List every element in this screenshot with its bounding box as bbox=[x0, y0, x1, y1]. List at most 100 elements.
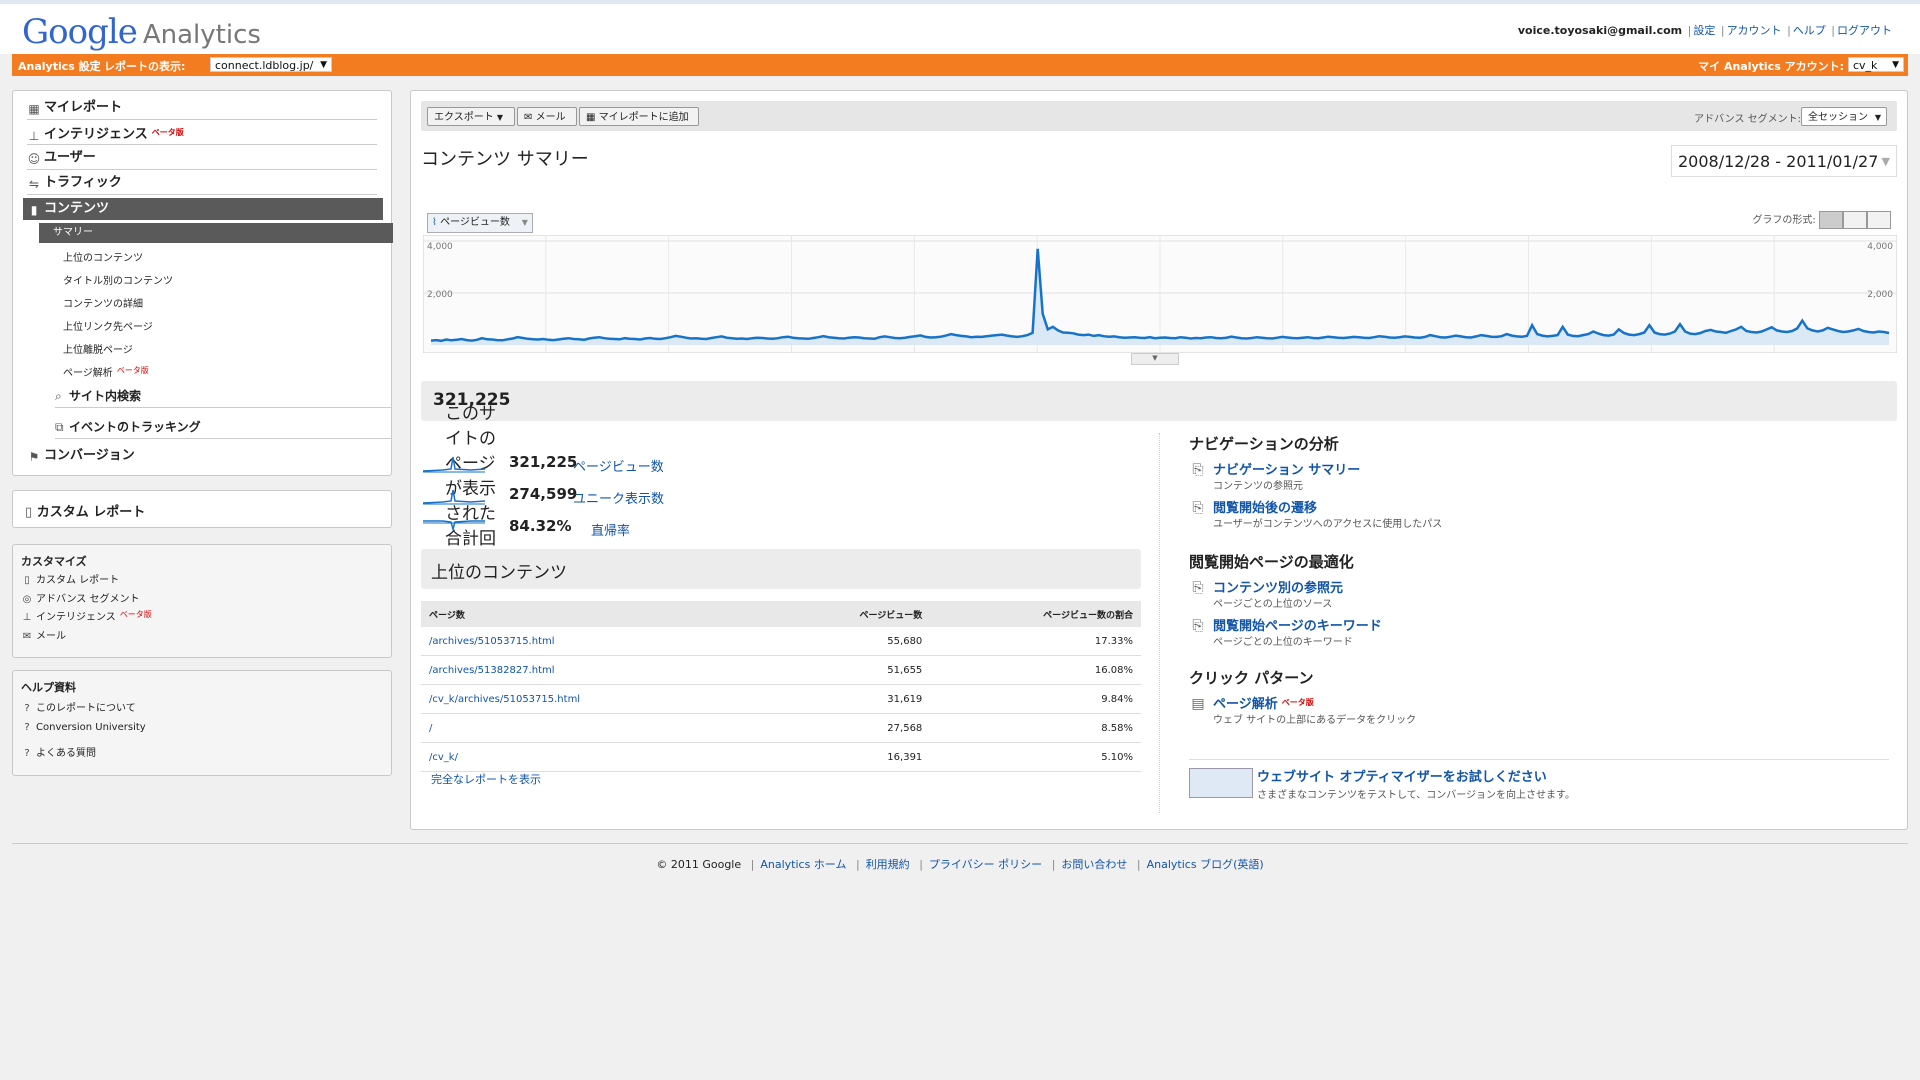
report-toolbar: エクスポート ▼ ✉ メール ▦ マイレポートに追加 アドバンス セグメント: … bbox=[421, 101, 1897, 131]
nav-content-summary[interactable]: サマリー bbox=[39, 223, 393, 243]
nav-site-search[interactable]: ⌕ サイト内検索 bbox=[55, 385, 391, 408]
customize-mail[interactable]: ✉ メール bbox=[21, 627, 66, 642]
table-row: /cv_k/16,391 5.10% bbox=[421, 742, 1141, 772]
column-header-pageviews[interactable]: ページビュー数 bbox=[777, 601, 931, 627]
kpi-bounce-rate-link[interactable]: 直帰率 bbox=[591, 520, 630, 539]
mail-icon: ✉ bbox=[524, 112, 533, 123]
nav-intelligence[interactable]: ⊥ インテリジェンス ベータ版 bbox=[27, 122, 377, 145]
account-select[interactable]: cv_k ▼ bbox=[1848, 57, 1904, 72]
customize-title: カスタマイズ bbox=[21, 555, 87, 568]
segment-select[interactable]: 全セッション ▼ bbox=[1801, 107, 1887, 126]
nav-my-reports[interactable]: ▦ マイレポート bbox=[27, 97, 377, 120]
user-links: voice.toyosaki@gmail.com | 設定 | アカウント | ヘルプ… bbox=[1517, 24, 1892, 37]
entrance-paths-desc: ユーザーがコンテンツへのアクセスに使用したパス bbox=[1213, 519, 1443, 530]
page-link[interactable]: /cv_k/archives/51053715.html bbox=[421, 684, 778, 714]
custom-report-panel[interactable]: ▯ カスタム レポート bbox=[12, 490, 392, 528]
mail-button[interactable]: ✉ メール bbox=[517, 107, 577, 126]
nav-content-drilldown[interactable]: コンテンツの詳細 bbox=[63, 295, 143, 310]
navigation-summary-item: ⎘ ナビゲーション サマリー コンテンツの参照元 bbox=[1189, 459, 1589, 493]
account-link[interactable]: アカウント bbox=[1727, 24, 1782, 37]
kpi-pageviews: 321,225 ページビュー数 bbox=[423, 447, 983, 477]
logout-link[interactable]: ログアウト bbox=[1837, 24, 1892, 37]
help-link[interactable]: ヘルプ bbox=[1793, 24, 1826, 37]
settings-link[interactable]: 設定 bbox=[1693, 24, 1715, 37]
report-icon: ▯ bbox=[24, 575, 30, 586]
help-faq[interactable]: ? よくある質問 bbox=[21, 744, 96, 759]
nav-content[interactable]: ▮ コンテンツ bbox=[23, 198, 383, 220]
kpi-value: 274,599 bbox=[509, 485, 578, 503]
graph-metric-select[interactable]: ⌇ ページビュー数 ▼ bbox=[427, 213, 533, 233]
nav-label: ユーザー bbox=[44, 150, 96, 165]
customize-intelligence[interactable]: ⊥ インテリジェンス ベータ版 bbox=[21, 608, 152, 623]
site-overlay-label: ページ解析 bbox=[1213, 697, 1278, 712]
graph-format-line-button[interactable] bbox=[1819, 211, 1843, 229]
event-icon: ⧉ bbox=[55, 420, 64, 434]
profile-select[interactable]: connect.ldblog.jp/ ▼ bbox=[210, 57, 332, 72]
nav-top-exit-pages[interactable]: 上位離脱ページ bbox=[63, 341, 133, 356]
user-icon: ☺ bbox=[27, 152, 41, 166]
chart-resize-handle[interactable]: ▼ bbox=[1131, 353, 1179, 365]
pageviews-cell: 16,391 bbox=[777, 742, 931, 772]
export-label: エクスポート bbox=[434, 112, 494, 123]
page-link[interactable]: / bbox=[421, 713, 778, 743]
nav-top-content[interactable]: 上位のコンテンツ bbox=[63, 249, 143, 264]
kpi-pageviews-link[interactable]: ページビュー数 bbox=[573, 456, 664, 475]
nav-site-overlay[interactable]: ページ解析 ベータ版 bbox=[63, 364, 149, 379]
entrance-paths-link[interactable]: 閲覧開始後の遷移 bbox=[1213, 497, 1317, 516]
beta-badge: ベータ版 bbox=[116, 366, 149, 375]
kpi-value: 321,225 bbox=[509, 453, 578, 471]
footer-divider bbox=[12, 843, 1908, 844]
page-link[interactable]: /cv_k/ bbox=[421, 742, 778, 772]
google-analytics-logo[interactable]: Google Analytics bbox=[22, 12, 261, 52]
entrance-keywords-desc: ページごとの上位のキーワード bbox=[1213, 637, 1353, 648]
customize-advanced-segment[interactable]: ◎ アドバンス セグメント bbox=[21, 590, 140, 605]
help-conversion-university[interactable]: ? Conversion University bbox=[21, 722, 145, 733]
logo-google: Google bbox=[22, 12, 138, 52]
graph-format-motion-button[interactable] bbox=[1843, 211, 1867, 229]
kpi-unique-pageviews-link[interactable]: ユニーク表示数 bbox=[573, 488, 664, 507]
date-range-picker[interactable]: 2008/12/28 - 2011/01/27 ▼ bbox=[1671, 145, 1897, 177]
add-to-dashboard-button[interactable]: ▦ マイレポートに追加 bbox=[579, 107, 699, 126]
site-overlay-link[interactable]: ページ解析 ベータ版 bbox=[1213, 693, 1314, 712]
chevron-down-icon: ▼ bbox=[521, 218, 528, 227]
question-icon: ? bbox=[24, 703, 30, 714]
page-link[interactable]: /archives/51053715.html bbox=[421, 627, 778, 656]
nav-label: トラフィック bbox=[44, 175, 122, 190]
customize-custom-report[interactable]: ▯ カスタム レポート bbox=[21, 571, 119, 586]
footer-link-privacy[interactable]: プライバシー ポリシー bbox=[929, 858, 1042, 871]
navigation-summary-link[interactable]: ナビゲーション サマリー bbox=[1213, 459, 1360, 478]
website-optimizer-link[interactable]: ウェブサイト オプティマイザーをお試しください bbox=[1257, 766, 1547, 785]
beta-badge: ベータ版 bbox=[119, 610, 152, 619]
help-about-report[interactable]: ? このレポートについて bbox=[21, 699, 135, 714]
help-title: ヘルプ資料 bbox=[21, 681, 76, 694]
footer-link-blog[interactable]: Analytics ブログ(英語) bbox=[1147, 858, 1264, 871]
footer-link-contact[interactable]: お問い合わせ bbox=[1061, 858, 1127, 871]
export-button[interactable]: エクスポート ▼ bbox=[427, 107, 515, 126]
keyword-icon: ⎘ bbox=[1192, 618, 1204, 634]
nav-top-landing-pages[interactable]: 上位リンク先ページ bbox=[63, 318, 153, 333]
y-tick-mid-left: 2,000 bbox=[427, 290, 453, 300]
custom-report-label: カスタム レポート bbox=[36, 505, 146, 520]
view-full-report-link[interactable]: 完全なレポートを表示 bbox=[431, 771, 541, 787]
footer-link-analytics-home[interactable]: Analytics ホーム bbox=[760, 858, 846, 871]
nav-content-by-title[interactable]: タイトル別のコンテンツ bbox=[63, 272, 173, 287]
footer-link-terms[interactable]: 利用規約 bbox=[866, 858, 910, 871]
graph-format-table-button[interactable] bbox=[1867, 211, 1891, 229]
kpi-bounce-rate: 84.32% 直帰率 bbox=[423, 511, 983, 541]
nav-traffic[interactable]: ⇋ トラフィック bbox=[27, 172, 377, 195]
column-header-percentage[interactable]: ページビュー数の割合 bbox=[930, 601, 1141, 627]
page-link[interactable]: /archives/51382827.html bbox=[421, 655, 778, 685]
site-overlay-item: ▤ ページ解析 ベータ版 ウェブ サイトの上部にあるデータをクリック bbox=[1189, 693, 1589, 727]
pageviews-cell: 27,568 bbox=[777, 713, 931, 743]
customize-label: メール bbox=[36, 631, 66, 642]
analytics-settings-link[interactable]: Analytics 設定 bbox=[18, 58, 101, 74]
entrance-sources-link[interactable]: コンテンツ別の参照元 bbox=[1213, 577, 1343, 596]
nav-conversion[interactable]: ⚑ コンバージョン bbox=[27, 445, 377, 467]
site-overlay-desc: ウェブ サイトの上部にあるデータをクリック bbox=[1213, 715, 1417, 726]
nav-event-tracking[interactable]: ⧉ イベントのトラッキング bbox=[55, 416, 391, 439]
chevron-down-icon: ▼ bbox=[320, 60, 327, 70]
entrance-keywords-link[interactable]: 閲覧開始ページのキーワード bbox=[1213, 615, 1382, 634]
website-optimizer-desc: さまざまなコンテンツをテストして、コンバージョンを向上させます。 bbox=[1257, 790, 1575, 801]
column-header-page[interactable]: ページ数 bbox=[421, 601, 778, 627]
nav-users[interactable]: ☺ ユーザー bbox=[27, 147, 377, 170]
